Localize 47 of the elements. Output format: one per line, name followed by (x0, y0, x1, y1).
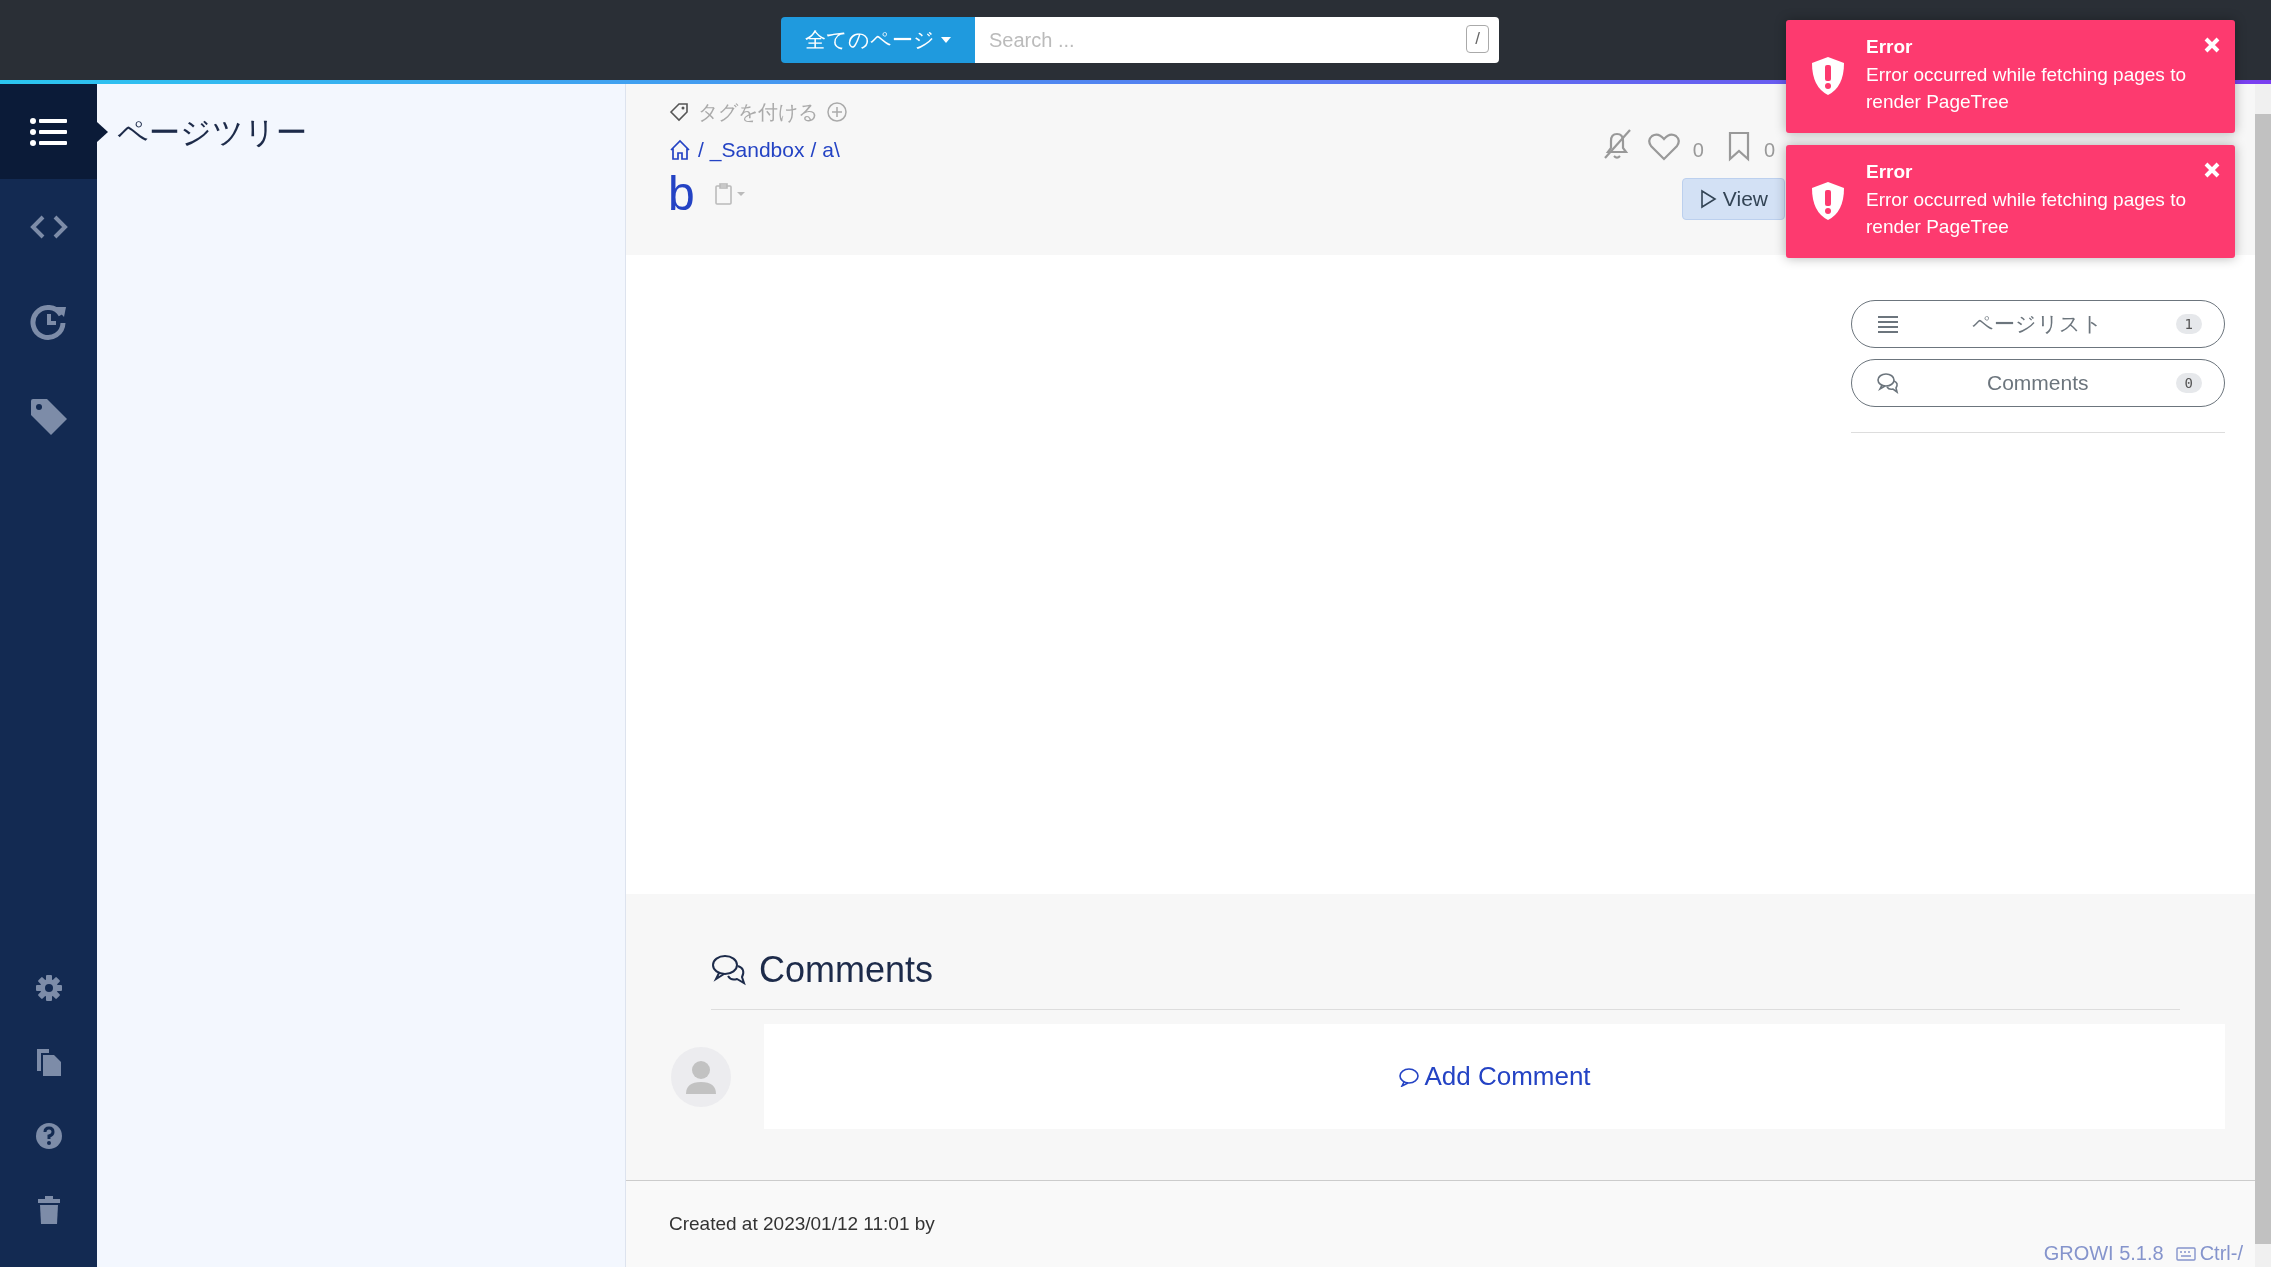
breadcrumb-link[interactable]: a\ (822, 138, 840, 162)
side-panel-button[interactable]: Comments 0 (1851, 359, 2225, 407)
panel-title: ページツリー (117, 114, 308, 152)
created-info: Created at 2023/01/12 11:01 by (669, 1213, 935, 1236)
bookmark-count: 0 (1763, 139, 1775, 162)
toast-title: Error (1866, 161, 1914, 184)
clipboard-dropdown-icon[interactable] (712, 182, 747, 207)
keyboard-icon (2175, 1246, 2196, 1261)
comment-icon (1398, 1066, 1421, 1087)
like-count: 0 (1692, 139, 1704, 162)
comments-icon (1876, 372, 1900, 394)
view-button[interactable]: View (1681, 178, 1785, 220)
close-icon[interactable] (2203, 36, 2221, 54)
shortcut-key: / (1466, 25, 1489, 53)
home-icon[interactable] (668, 139, 692, 161)
comments-icon (711, 953, 747, 987)
settings-icon[interactable] (34, 974, 63, 1002)
toast-title: Error (1866, 36, 1914, 58)
add-comment-link[interactable]: Add Comment (1392, 1060, 1597, 1093)
tag-icon (668, 101, 690, 123)
toast-message: Error occurred while fetching pages to render PageTree (1866, 63, 2187, 114)
avatar-icon (671, 1046, 731, 1107)
copy-icon[interactable] (34, 1047, 63, 1077)
side-panel-button[interactable]: ページリスト 1 (1851, 300, 2225, 348)
history-icon (29, 302, 68, 341)
list-icon (1876, 313, 1900, 335)
tag-icon (28, 396, 69, 437)
help-icon[interactable] (34, 1122, 63, 1150)
shield-alert-icon (1810, 54, 1846, 97)
count-badge: 0 (2175, 373, 2202, 393)
caret-icon (941, 37, 951, 43)
play-icon (1698, 188, 1717, 210)
page-title: b (668, 168, 695, 221)
close-icon[interactable] (2203, 161, 2221, 180)
heart-icon[interactable] (1646, 132, 1681, 162)
shield-alert-icon (1810, 179, 1846, 222)
breadcrumb-link[interactable]: _Sandbox (709, 138, 805, 162)
comments-heading: Comments (759, 949, 934, 991)
scrollbar[interactable] (2255, 84, 2271, 1267)
count-badge: 1 (2175, 314, 2202, 334)
code-icon (28, 213, 69, 240)
breadcrumb-link[interactable]: / (698, 138, 704, 162)
breadcrumb-link[interactable]: / (810, 138, 817, 162)
version-label: GROWI 5.1.8 (2043, 1242, 2164, 1265)
list-icon (28, 115, 69, 148)
trash-icon[interactable] (37, 1196, 60, 1224)
toast-message: Error occurred while fetching pages to render PageTree (1866, 188, 2187, 239)
